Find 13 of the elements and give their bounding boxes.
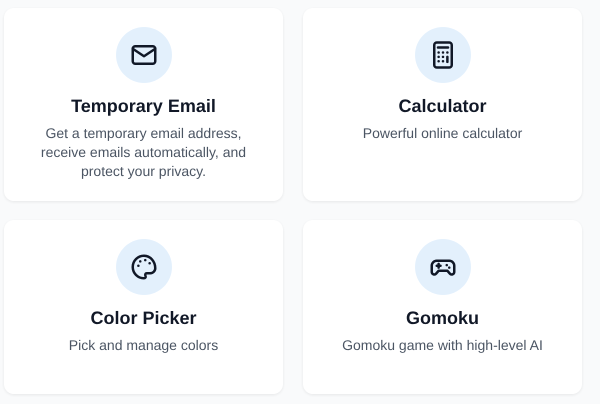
palette-icon (128, 252, 158, 282)
tool-card[interactable]: Gomoku Gomoku game with high-level AI (303, 220, 582, 394)
tool-description: Get a temporary email address, receive emails automatically, and protect your privacy. (40, 124, 248, 181)
tool-description: Pick and manage colors (68, 336, 218, 355)
tool-card[interactable]: Color Picker Pick and manage colors (4, 220, 283, 394)
tool-card[interactable]: Temporary Email Get a temporary email address, receive emails automatically, and protect your privacy. (4, 8, 283, 201)
tool-title: Calculator (398, 96, 487, 117)
tool-title: Temporary Email (71, 96, 216, 117)
tool-title: Gomoku (406, 308, 479, 329)
tool-description: Gomoku game with high-level AI (342, 336, 543, 355)
tool-card[interactable]: Calculator Powerful online calculator (303, 8, 582, 201)
tool-description: Powerful online calculator (362, 124, 522, 143)
tool-title: Color Picker (90, 308, 197, 329)
